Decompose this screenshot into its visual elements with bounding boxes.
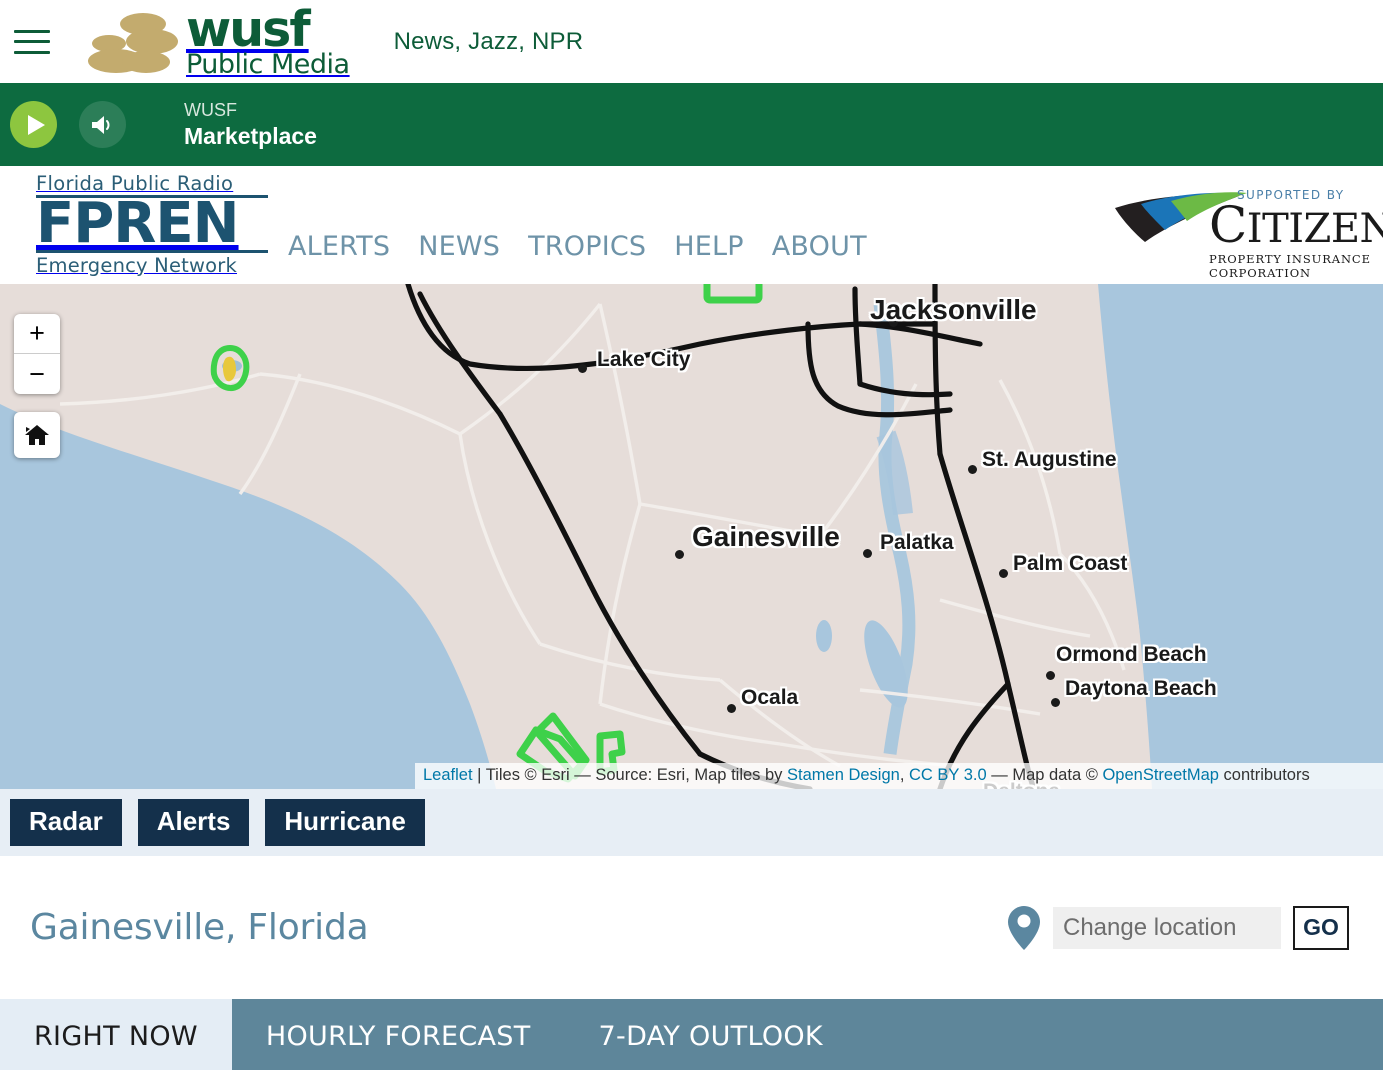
alerts-button[interactable]: Alerts (137, 798, 250, 847)
city-label: Palatka (880, 531, 954, 554)
citizens-name-cap: C (1209, 196, 1247, 254)
fpren-main-nav: ALERTS NEWS TROPICS HELP ABOUT (288, 231, 867, 284)
fpren-logo-bottom-text: Emergency Network (36, 253, 237, 277)
city-label: Ormond Beach (1056, 643, 1207, 666)
city-dot (578, 364, 587, 373)
city-label: Gainesville (692, 521, 840, 552)
city-dot (999, 569, 1008, 578)
wusf-pebbles-icon (80, 11, 190, 73)
city-dot (863, 549, 872, 558)
city-label: Ocala (741, 686, 799, 709)
fpren-logo-acronym: FPREN (36, 195, 268, 253)
city-dot (727, 704, 736, 713)
audio-player-bar: WUSF Marketplace (0, 83, 1383, 166)
city-dot (968, 465, 977, 474)
weather-map[interactable]: + − Jacksonville Lake City St. Augustine Ga… (0, 284, 1383, 789)
citizens-subtitle: PROPERTY INSURANCE CORPORATION (1209, 251, 1371, 280)
fpren-header: Florida Public Radio FPREN Emergency Net… (0, 166, 1383, 284)
attribution-comma: , (899, 766, 909, 784)
wusf-logo-wordmark: wusf (186, 1, 311, 58)
map-pin-icon (1008, 905, 1040, 950)
nav-item-help[interactable]: HELP (674, 231, 744, 262)
page-title: Gainesville, Florida (30, 907, 369, 948)
attribution-tiles-text: Tiles © Esri — Source: Esri, Map tiles b… (485, 766, 788, 784)
tab-7-day-outlook[interactable]: 7-DAY OUTLOOK (565, 999, 857, 1070)
location-row: Gainesville, Florida GO (0, 856, 1383, 999)
city-label: St. Augustine (982, 448, 1117, 471)
citizens-supported-by-text: SUPPORTED BY (1237, 188, 1345, 202)
player-station-name: WUSF (184, 99, 237, 120)
city-dot (1051, 698, 1060, 707)
zoom-in-button[interactable]: + (14, 314, 60, 354)
tab-hourly-forecast[interactable]: HOURLY FORECAST (232, 999, 565, 1070)
map-zoom-controls[interactable]: + − (14, 314, 60, 394)
radar-button[interactable]: Radar (10, 798, 122, 847)
hamburger-bar (14, 29, 50, 33)
search-input[interactable] (1053, 906, 1281, 949)
city-label: Palm Coast (1013, 552, 1128, 575)
wusf-logo-subtitle: Public Media (186, 49, 350, 80)
hamburger-menu-icon[interactable] (14, 27, 50, 57)
go-button[interactable]: GO (1293, 905, 1349, 950)
attribution-contributors-text: contributors (1218, 766, 1310, 784)
city-label: Jacksonville (870, 294, 1037, 325)
forecast-tab-bar: RIGHT NOW HOURLY FORECAST 7-DAY OUTLOOK (0, 999, 1383, 1070)
hamburger-bar (14, 40, 50, 43)
map-attribution: Leaflet | Tiles © Esri — Source: Esri, M… (415, 763, 1383, 789)
zoom-out-button[interactable]: − (14, 354, 60, 394)
map-layer-buttons: Radar Alerts Hurricane (0, 789, 1383, 856)
nav-item-tropics[interactable]: TROPICS (528, 231, 646, 262)
station-tagline: News, Jazz, NPR (393, 27, 584, 55)
citizens-name-rest: ITIZENS (1246, 206, 1383, 252)
fpren-logo[interactable]: Florida Public Radio FPREN Emergency Net… (36, 173, 268, 284)
nav-item-news[interactable]: NEWS (418, 231, 500, 262)
attribution-stamen-link[interactable]: Stamen Design (787, 766, 900, 784)
attribution-cc-link[interactable]: CC BY 3.0 (909, 766, 987, 784)
city-label: Lake City (597, 348, 691, 371)
tab-right-now[interactable]: RIGHT NOW (0, 999, 232, 1070)
nav-item-about[interactable]: ABOUT (772, 231, 867, 262)
map-home-button[interactable] (14, 412, 60, 458)
attribution-osm-link[interactable]: OpenStreetMap (1102, 766, 1218, 784)
wusf-logo[interactable]: wusf Public Media (80, 5, 350, 78)
location-search: GO (1007, 905, 1349, 951)
attribution-sep: | (472, 766, 486, 784)
nav-item-alerts[interactable]: ALERTS (288, 231, 390, 262)
city-label: Daytona Beach (1065, 677, 1217, 700)
citizens-sponsor-logo[interactable]: SUPPORTED BY CITIZENS PROPERTY INSURANCE… (1111, 176, 1383, 280)
player-show-title: Marketplace (184, 122, 317, 149)
attribution-leaflet-link[interactable]: Leaflet (423, 766, 473, 784)
city-dot (1046, 671, 1055, 680)
station-header: wusf Public Media News, Jazz, NPR (0, 0, 1383, 83)
play-icon[interactable] (10, 101, 57, 148)
volume-icon[interactable] (79, 101, 126, 148)
hurricane-button[interactable]: Hurricane (265, 798, 425, 847)
city-dot (675, 550, 684, 559)
hamburger-bar (14, 50, 50, 54)
attribution-mapdata-text: — Map data © (986, 766, 1103, 784)
home-icon (25, 425, 49, 445)
